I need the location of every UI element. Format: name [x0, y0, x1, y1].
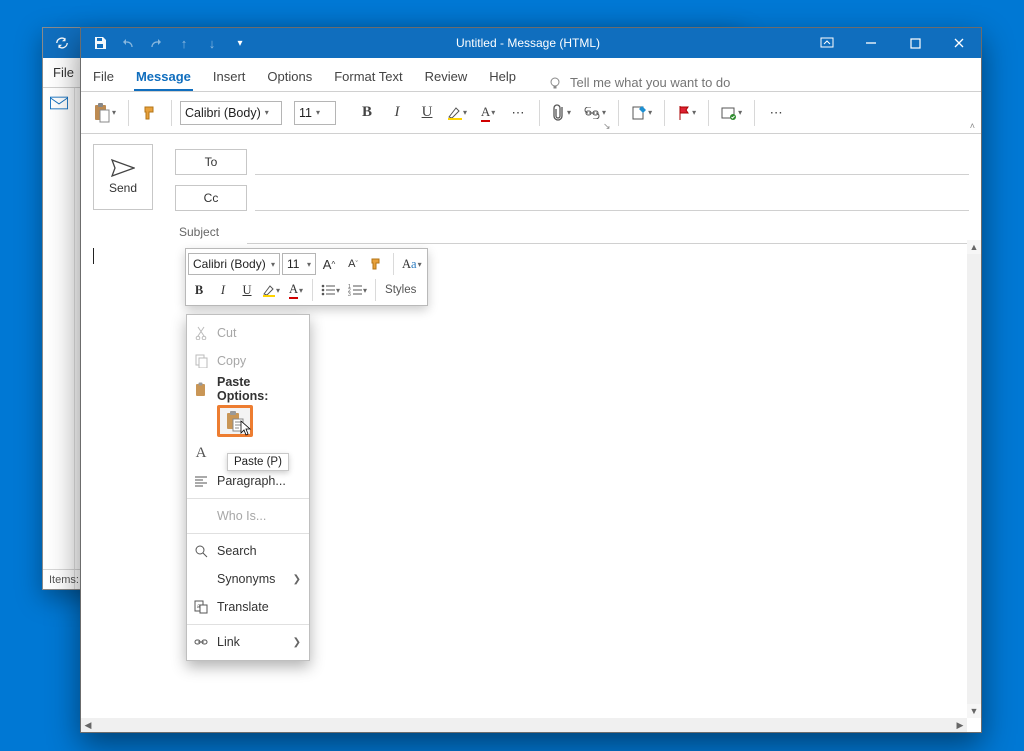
copy-icon: [193, 353, 209, 369]
bg-file-tab[interactable]: File: [53, 65, 74, 80]
underline-button[interactable]: U: [414, 100, 440, 126]
mini-numbering-button[interactable]: 123▾: [345, 279, 370, 301]
link-icon: [193, 634, 209, 650]
scroll-up-icon[interactable]: ▲: [967, 240, 981, 254]
mini-italic-button[interactable]: I: [212, 279, 234, 301]
to-field[interactable]: [255, 149, 969, 175]
scroll-down-icon[interactable]: ▼: [967, 704, 981, 718]
minimize-button[interactable]: [849, 28, 893, 58]
ctx-synonyms[interactable]: Synonyms ❯: [187, 565, 309, 593]
msg-titlebar: ↑ ↓ ▾ Untitled - Message (HTML): [81, 28, 981, 58]
ctx-cut: Cut: [187, 319, 309, 347]
italic-button[interactable]: I: [384, 100, 410, 126]
paragraph-icon: [193, 473, 209, 489]
window-title: Untitled - Message (HTML): [251, 36, 805, 50]
paste-button[interactable]: ▾: [89, 100, 120, 126]
tell-me-input[interactable]: [568, 74, 778, 91]
tab-file[interactable]: File: [91, 63, 116, 91]
ctx-paste-options-label: Paste Options:: [187, 375, 309, 403]
down-arrow-icon: ↓: [201, 32, 223, 54]
ctx-search[interactable]: Search: [187, 537, 309, 565]
font-color-button[interactable]: A▾: [475, 100, 501, 126]
tell-me[interactable]: [548, 74, 778, 91]
mini-format-painter-button[interactable]: [366, 253, 388, 275]
chevron-right-icon: ❯: [293, 574, 301, 585]
mini-bold-button[interactable]: B: [188, 279, 210, 301]
maximize-button[interactable]: [893, 28, 937, 58]
tab-help[interactable]: Help: [487, 63, 518, 91]
sync-icon[interactable]: [51, 32, 73, 54]
text-caret: [93, 248, 94, 264]
ctx-translate[interactable]: a Translate: [187, 593, 309, 621]
cc-field[interactable]: [255, 185, 969, 211]
dialog-launcher-icon[interactable]: ↘: [603, 121, 611, 132]
format-painter-button[interactable]: [137, 100, 163, 126]
ctx-paste-keep-source[interactable]: [217, 405, 253, 437]
scroll-left-icon[interactable]: ◀: [81, 718, 95, 732]
attach-file-button[interactable]: ▾: [548, 100, 575, 126]
send-button[interactable]: Send: [93, 144, 153, 210]
cut-icon: [193, 325, 209, 341]
tab-review[interactable]: Review: [423, 63, 470, 91]
assign-policy-button[interactable]: ▾: [717, 100, 746, 126]
signature-button[interactable]: ▾: [627, 100, 656, 126]
bulb-icon: [548, 76, 562, 90]
clipboard-icon: [193, 381, 209, 397]
close-button[interactable]: [937, 28, 981, 58]
cc-button[interactable]: Cc: [175, 185, 247, 211]
collapse-ribbon-icon[interactable]: ˄: [970, 121, 975, 131]
context-menu: Cut Copy Paste Options: Paste (P) A x Pa…: [186, 314, 310, 661]
tab-insert[interactable]: Insert: [211, 63, 248, 91]
mini-font-size-combo[interactable]: 11▾: [282, 253, 316, 275]
font-size-combo[interactable]: 11▾: [294, 101, 336, 125]
ribbon: ▾ Calibri (Body)▾ 11▾ B I U ▾ A▾ ⋯ ▾ ▾ ▾…: [81, 92, 981, 134]
mini-underline-button[interactable]: U: [236, 279, 258, 301]
bold-button[interactable]: B: [354, 100, 380, 126]
ctx-font-style[interactable]: A x: [187, 439, 309, 467]
ctx-paragraph[interactable]: Paragraph...: [187, 467, 309, 495]
ctx-copy: Copy: [187, 347, 309, 375]
tab-options[interactable]: Options: [265, 63, 314, 91]
mini-styles-label[interactable]: Styles: [381, 284, 420, 296]
more-commands-button[interactable]: ⋯: [763, 100, 789, 126]
cursor-icon: [240, 420, 252, 436]
mini-font-name-combo[interactable]: Calibri (Body)▾: [188, 253, 280, 275]
address-area: Send To Cc Subject: [81, 134, 981, 244]
mini-bullets-button[interactable]: ▾: [318, 279, 343, 301]
chevron-right-icon: ❯: [293, 637, 301, 648]
qat-customize-icon[interactable]: ▾: [229, 32, 251, 54]
ribbon-tabs: File Message Insert Options Format Text …: [81, 58, 981, 92]
ctx-who-is: Who Is...: [187, 502, 309, 530]
mini-toolbar: Calibri (Body)▾ 11▾ A^ Aˇ Aa▾ B I U ▾ A▾…: [185, 248, 428, 306]
shrink-font-button[interactable]: Aˇ: [342, 253, 364, 275]
mail-icon[interactable]: [50, 96, 68, 110]
tab-message[interactable]: Message: [134, 63, 193, 91]
subject-label: Subject: [175, 225, 247, 239]
mini-highlight-button[interactable]: ▾: [260, 279, 283, 301]
svg-text:3: 3: [348, 292, 351, 296]
ctx-link[interactable]: Link ❯: [187, 628, 309, 656]
font-style-icon: A: [193, 445, 209, 461]
mini-styles-button[interactable]: Aa▾: [399, 253, 425, 275]
bg-rail: [43, 88, 75, 589]
scroll-right-icon[interactable]: ▶: [953, 718, 967, 732]
translate-icon: a: [193, 599, 209, 615]
ribbon-display-icon[interactable]: [805, 28, 849, 58]
highlight-button[interactable]: ▾: [444, 100, 471, 126]
up-arrow-icon: ↑: [173, 32, 195, 54]
redo-icon[interactable]: [145, 32, 167, 54]
more-font-button[interactable]: ⋯: [505, 100, 531, 126]
follow-up-button[interactable]: ▾: [673, 100, 700, 126]
save-icon[interactable]: [89, 32, 111, 54]
font-name-combo[interactable]: Calibri (Body)▾: [180, 101, 282, 125]
to-button[interactable]: To: [175, 149, 247, 175]
undo-icon[interactable]: [117, 32, 139, 54]
tab-format-text[interactable]: Format Text: [332, 63, 404, 91]
horizontal-scrollbar[interactable]: ◀ ▶: [81, 718, 967, 732]
grow-font-button[interactable]: A^: [318, 253, 340, 275]
search-icon: [193, 543, 209, 559]
mini-font-color-button[interactable]: A▾: [285, 279, 307, 301]
vertical-scrollbar[interactable]: ▲ ▼: [967, 240, 981, 718]
